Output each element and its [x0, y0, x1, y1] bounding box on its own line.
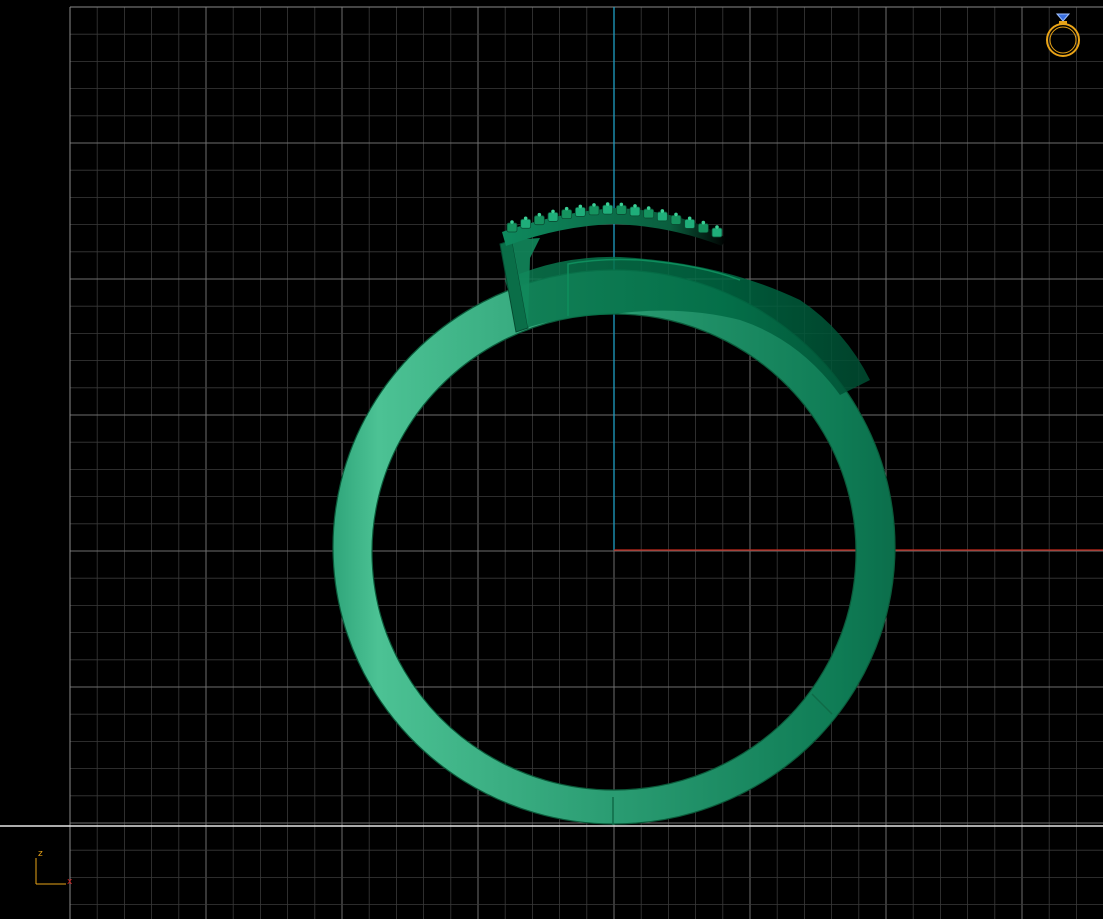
gem-prong [510, 220, 514, 224]
pave-gem [506, 222, 518, 233]
gem-prong [674, 212, 678, 217]
pave-gem [643, 208, 655, 219]
pave-gem [602, 204, 614, 215]
3d-viewport-front[interactable]: z x [0, 0, 1103, 919]
gem-prong [687, 216, 692, 221]
pave-gem [520, 218, 532, 229]
gem-prong [660, 209, 665, 213]
gem-prong [619, 202, 624, 207]
axis-indicator: z x [35, 849, 73, 887]
pave-gem [697, 223, 709, 233]
gem-prong [605, 202, 610, 206]
gem-prong [592, 203, 596, 207]
pave-gem [670, 215, 682, 225]
gem-prong [578, 204, 583, 209]
pave-gem [533, 215, 545, 226]
pave-gem [588, 205, 600, 216]
pave-gem [615, 205, 627, 215]
gem-prong [551, 209, 555, 214]
ring-with-gem-icon[interactable] [1046, 13, 1080, 57]
viewport-canvas[interactable]: z x [0, 0, 1103, 919]
gem-prong [701, 220, 706, 225]
x-axis-label: x [67, 877, 73, 887]
gem-prong [715, 225, 719, 229]
gem-prong [537, 212, 542, 217]
pave-gem [629, 206, 641, 217]
gem-prong [633, 204, 637, 208]
pave-gem [561, 209, 573, 220]
gem-prong [523, 216, 528, 221]
pave-gem [574, 207, 586, 217]
gem-prong [646, 206, 651, 210]
pave-gem [656, 211, 668, 222]
gem-prong [564, 206, 569, 211]
z-axis-label: z [38, 849, 43, 859]
pave-gem [547, 212, 559, 222]
pave-gem [711, 227, 723, 238]
construction-grid [70, 7, 1103, 919]
pave-gem [684, 218, 696, 229]
